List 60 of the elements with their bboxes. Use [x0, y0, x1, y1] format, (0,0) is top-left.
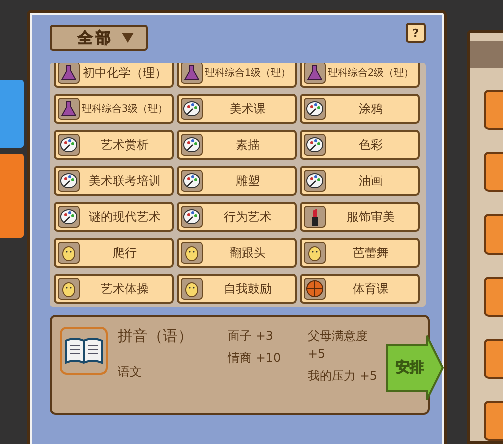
course-item[interactable]: 爬行 [54, 238, 174, 268]
course-item[interactable]: 艺术体操 [54, 274, 174, 304]
flask-icon [181, 63, 203, 84]
arrange-button[interactable]: 安排 [386, 335, 444, 401]
course-item[interactable]: 翻跟头 [177, 238, 297, 268]
course-item[interactable]: 美术课 [177, 94, 297, 124]
course-item[interactable]: 谜的现代艺术 [54, 202, 174, 232]
chick-icon [304, 242, 326, 264]
palette-icon [181, 170, 203, 192]
palette-icon [58, 134, 80, 156]
course-item[interactable]: 色彩 [300, 130, 420, 160]
palette-icon [304, 134, 326, 156]
help-button[interactable]: ? [406, 23, 426, 43]
course-item[interactable]: 素描 [177, 130, 297, 160]
palette-icon [181, 134, 203, 156]
panel-header [470, 41, 503, 68]
course-item[interactable]: 芭蕾舞 [300, 238, 420, 268]
flask-icon [58, 98, 80, 120]
flask-icon [58, 63, 80, 84]
course-item[interactable]: 初中化学（理） [54, 63, 174, 88]
palette-icon [304, 170, 326, 192]
course-item[interactable]: 理科综合3级（理） [54, 94, 174, 124]
chick-icon [181, 278, 203, 300]
side-card[interactable] [484, 90, 503, 130]
palette-icon [58, 206, 80, 228]
course-item[interactable]: 涂鸦 [300, 94, 420, 124]
effect-text: 情商 +10 [228, 350, 282, 367]
course-subject: 语文 [118, 364, 143, 381]
palette-icon [304, 98, 326, 120]
basketball-icon [304, 278, 326, 300]
filter-dropdown[interactable]: 全部 [50, 25, 148, 51]
course-item[interactable]: 雕塑 [177, 166, 297, 196]
palette-icon [181, 206, 203, 228]
chick-icon [58, 242, 80, 264]
palette-icon [181, 98, 203, 120]
course-item[interactable]: 体育课 [300, 274, 420, 304]
course-item[interactable]: 油画 [300, 166, 420, 196]
palette-icon [58, 170, 80, 192]
effect-text: 父母满意度 +5 [308, 328, 369, 363]
course-item[interactable]: 行为艺术 [177, 202, 297, 232]
course-item[interactable]: 服饰审美 [300, 202, 420, 232]
lipstick-icon [304, 206, 326, 228]
effect-text: 我的压力 +5 [308, 368, 379, 385]
chick-icon [58, 278, 80, 300]
side-card[interactable] [484, 400, 503, 441]
effect-text: 面子 +3 [228, 328, 275, 345]
book-icon [60, 327, 108, 375]
course-item[interactable]: 理科综合1级（理） [177, 63, 297, 88]
side-card[interactable] [484, 338, 503, 379]
course-item[interactable]: 自我鼓励 [177, 274, 297, 304]
caret-icon [122, 33, 134, 43]
chick-icon [181, 242, 203, 264]
course-item[interactable]: 理科综合2级（理） [300, 63, 420, 88]
side-card[interactable] [484, 152, 503, 192]
course-item[interactable]: 艺术赏析 [54, 130, 174, 160]
course-item[interactable]: 美术联考培训 [54, 166, 174, 196]
side-card[interactable] [484, 276, 503, 317]
flask-icon [304, 63, 326, 84]
course-title: 拼音（语） [118, 327, 194, 346]
side-card[interactable] [484, 214, 503, 255]
